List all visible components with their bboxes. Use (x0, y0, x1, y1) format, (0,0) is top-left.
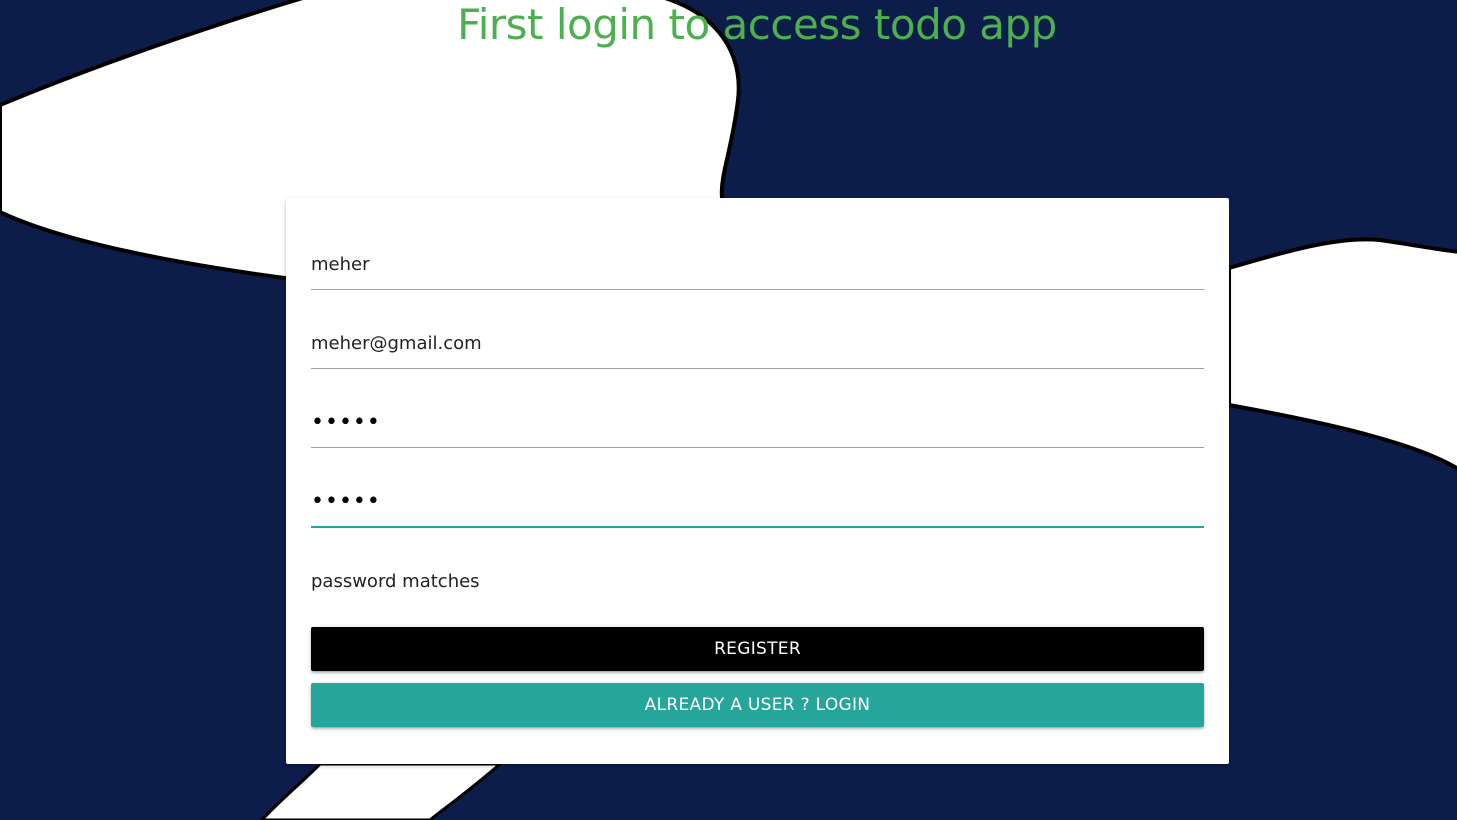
confirm-password-value: ••••• (311, 489, 381, 514)
wave-shape-bottom (259, 762, 505, 820)
password-field[interactable]: ••••• (311, 404, 1204, 448)
name-value: meher (311, 254, 370, 275)
page: First login to access todo app meher meh… (0, 0, 1457, 820)
page-title: First login to access todo app (457, 0, 1057, 49)
password-value: ••••• (311, 410, 381, 435)
password-status-text: password matches (311, 571, 480, 592)
email-field[interactable]: meher@gmail.com (311, 325, 1204, 369)
register-card: meher meher@gmail.com ••••• ••••• passwo… (286, 198, 1229, 764)
wave-shape-right (1227, 237, 1457, 471)
confirm-password-field[interactable]: ••••• (311, 484, 1204, 528)
email-value: meher@gmail.com (311, 333, 482, 354)
register-button[interactable]: REGISTER (311, 627, 1204, 671)
name-field[interactable]: meher (311, 246, 1204, 290)
login-button[interactable]: ALREADY A USER ? LOGIN (311, 683, 1204, 727)
